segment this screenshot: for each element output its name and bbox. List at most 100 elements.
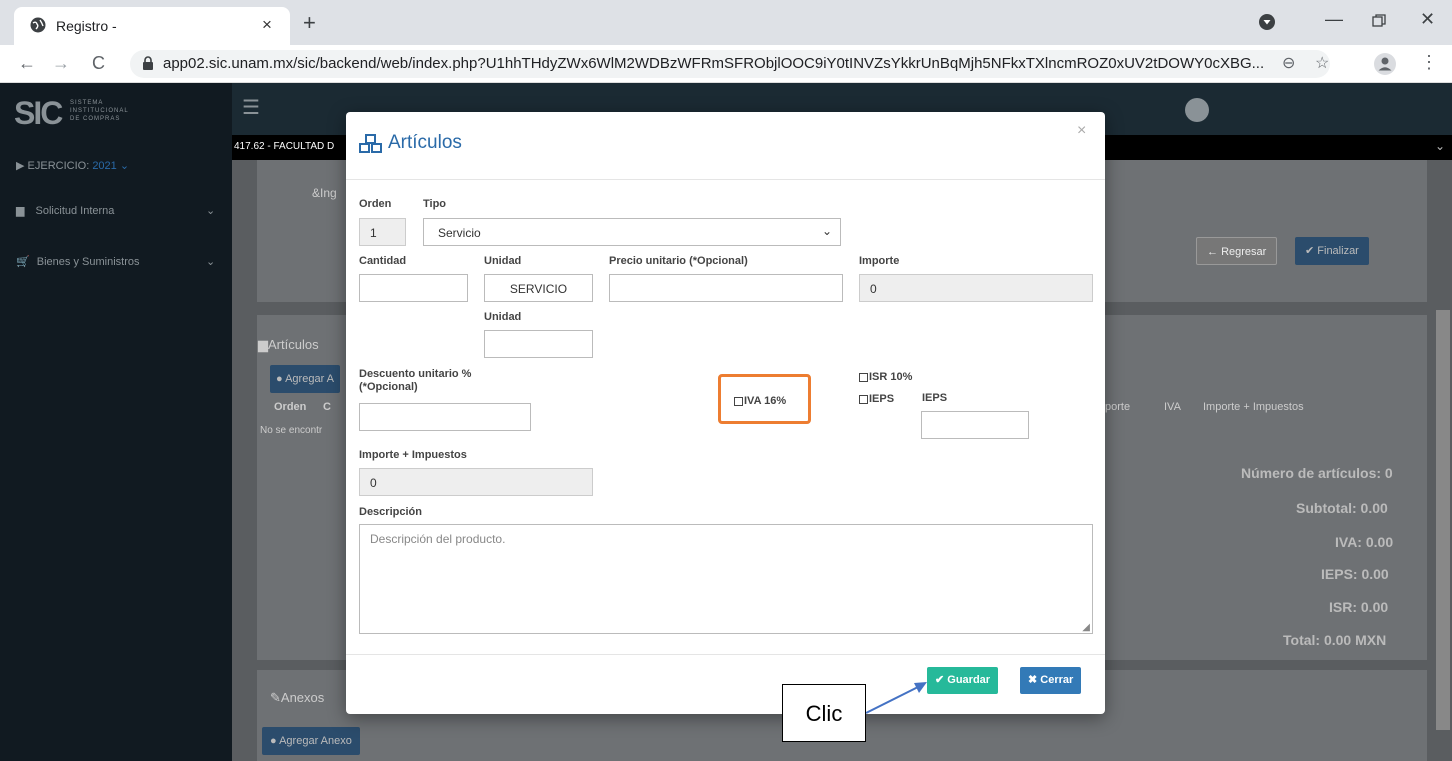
profile-avatar-icon[interactable] — [1374, 53, 1396, 75]
descripcion-textarea[interactable]: Descripción del producto. ◢ — [359, 524, 1093, 634]
regresar-button[interactable]: ← Regresar — [1196, 237, 1278, 265]
close-window-icon[interactable]: ✕ — [1420, 9, 1435, 30]
unidad-label: Unidad — [484, 255, 522, 267]
tab-title: Registro - — [56, 18, 117, 34]
summary-total: Total: 0.00 MXN — [1283, 632, 1387, 648]
tipo-value: Servicio — [438, 226, 481, 240]
cantidad-label: Cantidad — [359, 255, 407, 267]
sidebar-item-label: Bienes y Suministros — [36, 256, 140, 268]
isr-checkbox[interactable]: ISR 10% — [859, 371, 912, 383]
modal-close-icon[interactable]: × — [1077, 122, 1086, 140]
finalizar-button[interactable]: ✔ Finalizar — [1295, 237, 1369, 265]
descripcion-label: Descripción — [359, 506, 422, 518]
sidebar-item-bienes[interactable]: 🛒 Bienes y Suministros ⌄ — [16, 255, 215, 268]
summary-numero: Número de artículos: 0 — [1241, 465, 1393, 481]
bookmark-star-icon[interactable]: ☆ — [1315, 53, 1329, 73]
hamburger-menu-icon[interactable]: ☰ — [242, 95, 260, 120]
new-tab-icon[interactable]: + — [303, 10, 316, 36]
profile-dropdown-icon[interactable] — [1259, 14, 1275, 30]
restore-icon[interactable] — [1372, 14, 1386, 28]
sidebar-item-solicitud-interna[interactable]: ▆ Solicitud Interna ⌄ — [16, 204, 215, 217]
panel-title-partial: &Ing — [312, 186, 337, 200]
modal-title: Artículos — [388, 132, 462, 153]
lock-icon — [143, 56, 153, 70]
unidad2-label: Unidad — [484, 311, 522, 323]
importe-impuestos-label: Importe + Impuestos — [359, 449, 467, 461]
importe-field: 0 — [859, 274, 1093, 302]
modal-header: Artículos × — [346, 112, 1105, 180]
unidad2-field[interactable] — [484, 330, 593, 358]
checkbox-icon — [859, 372, 868, 382]
table-header-orden: Orden — [274, 401, 307, 413]
unidad-field[interactable]: SERVICIO — [484, 274, 593, 302]
user-avatar[interactable] — [1185, 98, 1209, 122]
chevron-down-icon: ⌄ — [821, 224, 832, 238]
chevron-down-icon[interactable]: ⌄ — [1435, 139, 1445, 153]
importe-impuestos-field: 0 — [359, 468, 593, 496]
minimize-icon[interactable]: — — [1325, 9, 1343, 30]
table-header-importe-impuestos: Importe + Impuestos — [1203, 401, 1304, 413]
agregar-anexo-button[interactable]: ● Agregar Anexo — [262, 727, 360, 755]
orden-field: 1 — [359, 218, 406, 246]
document-icon: ▆ — [16, 205, 25, 217]
descuento-field[interactable] — [359, 403, 531, 431]
forward-icon[interactable]: → — [52, 53, 70, 74]
url-text: app02.sic.unam.mx/sic/backend/web/index.… — [163, 55, 1265, 72]
cart-icon: 🛒 — [16, 256, 30, 268]
sic-logo: SIC SISTEMA INSTITUCIONAL DE COMPRAS — [14, 95, 128, 132]
cantidad-field[interactable] — [359, 274, 468, 302]
checkbox-icon — [734, 396, 743, 406]
resize-handle-icon[interactable]: ◢ — [1082, 622, 1090, 633]
zoom-icon[interactable]: ⊖ — [1282, 53, 1295, 73]
chevron-down-icon: ⌄ — [206, 205, 216, 217]
no-results-text: No se encontr — [260, 425, 323, 436]
app-sidebar — [0, 83, 232, 761]
chevron-down-icon: ⌄ — [119, 160, 130, 172]
back-icon[interactable]: ← — [18, 53, 36, 74]
reload-icon[interactable]: C — [92, 53, 105, 74]
url-field[interactable]: app02.sic.unam.mx/sic/backend/web/index.… — [130, 50, 1330, 78]
descripcion-placeholder: Descripción del producto. — [370, 532, 506, 546]
logo-text: SIC — [14, 95, 63, 131]
ieps-label: IEPS — [922, 392, 948, 404]
browser-tab-bar: Registro - × + — ✕ — [0, 0, 1452, 45]
chevron-down-icon: ⌄ — [206, 256, 216, 268]
summary-iva: IVA: 0.00 — [1335, 534, 1394, 550]
descuento-label-2: (*Opcional) — [359, 381, 418, 393]
cerrar-button[interactable]: ✖ Cerrar — [1020, 667, 1082, 694]
table-header-importe: porte — [1105, 401, 1131, 413]
table-header-c: C — [323, 401, 331, 413]
ieps-checkbox[interactable]: IEPS — [859, 393, 894, 405]
ejercicio-value: 2021 — [92, 160, 117, 172]
globe-icon — [30, 17, 46, 33]
ieps-field[interactable] — [921, 411, 1029, 439]
browser-tab[interactable]: Registro - × — [14, 7, 290, 45]
close-tab-icon[interactable]: × — [262, 15, 272, 35]
anexos-section-title: ✎Anexos — [270, 690, 325, 705]
iva-checkbox[interactable]: IVA 16% — [734, 395, 786, 407]
articulos-modal: Artículos × Orden 1 Tipo Servicio ⌄ Cant… — [346, 112, 1105, 714]
sidebar-item-label: Solicitud Interna — [35, 205, 115, 217]
precio-field[interactable] — [609, 274, 843, 302]
precio-label: Precio unitario (*Opcional) — [609, 255, 748, 267]
summary-isr: ISR: 0.00 — [1329, 599, 1389, 615]
summary-subtotal: Subtotal: 0.00 — [1296, 500, 1388, 516]
address-bar: ← → C app02.sic.unam.mx/sic/backend/web/… — [0, 45, 1452, 83]
tipo-label: Tipo — [423, 198, 447, 210]
ejercicio-label: EJERCICIO: — [27, 160, 90, 172]
clic-callout: Clic — [782, 684, 866, 742]
ejercicio-selector[interactable]: ▶ EJERCICIO: 2021 ⌄ — [16, 159, 129, 172]
table-header-iva: IVA — [1164, 401, 1181, 413]
logo-subtitle: SISTEMA INSTITUCIONAL DE COMPRAS — [70, 100, 129, 122]
orden-label: Orden — [359, 198, 392, 210]
cubes-icon — [359, 134, 382, 153]
importe-label: Importe — [859, 255, 900, 267]
scrollbar[interactable] — [1436, 310, 1450, 730]
checkbox-icon — [859, 394, 868, 404]
summary-ieps: IEPS: 0.00 — [1321, 566, 1389, 582]
modal-footer-divider — [346, 654, 1105, 655]
guardar-button[interactable]: ✔ Guardar — [927, 667, 999, 694]
tipo-select[interactable]: Servicio ⌄ — [423, 218, 841, 246]
browser-menu-icon[interactable]: ⋮ — [1420, 52, 1438, 73]
agregar-articulo-button[interactable]: ● Agregar A — [270, 365, 341, 393]
